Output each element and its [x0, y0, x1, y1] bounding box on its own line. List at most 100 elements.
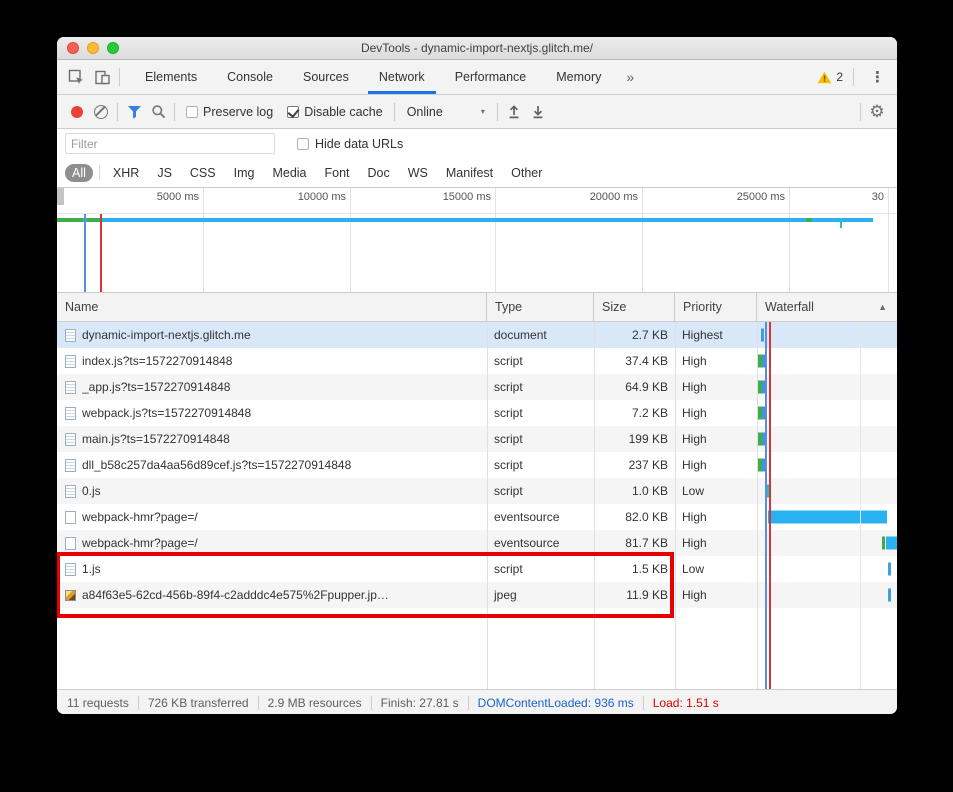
- summary-item: 2.9 MB resources: [267, 695, 362, 710]
- request-name: main.js?ts=1572270914848: [82, 432, 230, 446]
- checkbox: [186, 105, 198, 118]
- tab-memory[interactable]: Memory: [541, 60, 616, 94]
- cell-waterfall: [757, 530, 897, 556]
- column-label: Size: [602, 300, 627, 314]
- preserve-log-label: Preserve log: [203, 104, 274, 119]
- column-header-priority[interactable]: Priority: [675, 293, 757, 321]
- download-icon: [533, 106, 543, 119]
- separator: [257, 695, 259, 710]
- network-overview-timeline[interactable]: 5000 ms 10000 ms 15000 ms 20000 ms 25000 ms 3…: [57, 188, 897, 293]
- table-row[interactable]: index.js?ts=1572270914848 script 37.4 KB Hi…: [57, 348, 897, 374]
- cell-waterfall: [757, 400, 897, 426]
- settings-button[interactable]: ⚙: [865, 100, 889, 124]
- chip-css[interactable]: CSS: [183, 164, 223, 182]
- chip-doc[interactable]: Doc: [361, 164, 397, 182]
- waterfall-bar: [762, 406, 765, 420]
- cell-waterfall: [757, 504, 897, 530]
- timeline-gridline: [495, 188, 496, 292]
- hide-data-urls-checkbox[interactable]: Hide data URLs: [297, 137, 403, 151]
- column-header-size[interactable]: Size: [594, 293, 675, 321]
- chip-xhr[interactable]: XHR: [106, 164, 146, 182]
- search-button[interactable]: [146, 100, 170, 124]
- chip-manifest[interactable]: Manifest: [439, 164, 500, 182]
- throttling-value: Online: [406, 104, 443, 119]
- timeline-tick-label: 30: [871, 191, 884, 203]
- table-row[interactable]: _app.js?ts=1572270914848 script 64.9 KB Hig…: [57, 374, 897, 400]
- tab-elements[interactable]: Elements: [130, 60, 212, 94]
- tab-network[interactable]: Network: [364, 60, 440, 94]
- warnings-badge[interactable]: 2: [817, 70, 843, 84]
- device-toolbar-icon[interactable]: [89, 65, 115, 89]
- kebab-menu-icon[interactable]: ⋮: [864, 68, 891, 86]
- clear-button[interactable]: [89, 100, 113, 124]
- cell-priority: High: [682, 406, 707, 420]
- timeline-tick-label: 10000 ms: [297, 191, 346, 203]
- waterfall-bar: [888, 562, 891, 576]
- cell-size: 7.2 KB: [631, 406, 668, 420]
- chip-font[interactable]: Font: [318, 164, 357, 182]
- more-tabs-button[interactable]: »: [616, 69, 644, 85]
- table-row[interactable]: webpack-hmr?page=/ eventsource 82.0 KB High: [57, 504, 897, 530]
- filter-input[interactable]: [65, 133, 275, 154]
- minimize-button[interactable]: [87, 42, 99, 54]
- checkbox: [297, 137, 309, 150]
- filter-toggle-button[interactable]: [122, 100, 146, 124]
- tab-performance[interactable]: Performance: [440, 60, 542, 94]
- table-row[interactable]: main.js?ts=1572270914848 script 199 KB High: [57, 426, 897, 452]
- timeline-gridline: [203, 188, 204, 292]
- column-header-type[interactable]: Type: [487, 293, 594, 321]
- column-header-waterfall[interactable]: Waterfall ▲: [757, 293, 897, 321]
- document-file-icon: [65, 458, 76, 472]
- cell-priority: High: [682, 588, 707, 602]
- chip-media[interactable]: Media: [265, 164, 313, 182]
- chip-all[interactable]: All: [65, 163, 93, 182]
- close-button[interactable]: [67, 42, 79, 54]
- overview-activity-bar: [58, 218, 873, 222]
- separator: [860, 102, 861, 121]
- chip-ws[interactable]: WS: [401, 164, 435, 182]
- timeline-tick-label: 5000 ms: [156, 191, 199, 203]
- request-name: webpack-hmr?page=/: [82, 536, 198, 550]
- inspect-element-icon[interactable]: [63, 65, 89, 89]
- preserve-log-checkbox[interactable]: Preserve log: [186, 105, 273, 119]
- chip-js[interactable]: JS: [150, 164, 179, 182]
- separator: [119, 68, 120, 86]
- request-name: webpack-hmr?page=/: [82, 510, 198, 524]
- column-label: Waterfall: [765, 300, 814, 314]
- throttling-dropdown[interactable]: Online ▾: [407, 105, 485, 119]
- disable-cache-checkbox[interactable]: Disable cache: [287, 105, 383, 119]
- status-bar: 11 requests 726 KB transferred 2.9 MB reso…: [57, 689, 897, 714]
- table-row[interactable]: 0.js script 1.0 KB Low: [57, 478, 897, 504]
- table-row[interactable]: dll_b58c257da4aa56d89cef.js?ts=157227091…: [57, 452, 897, 478]
- clear-icon: [94, 104, 108, 119]
- import-har-button[interactable]: [502, 100, 526, 124]
- separator: [174, 102, 175, 121]
- chip-other[interactable]: Other: [504, 164, 549, 182]
- document-file-icon: [65, 354, 76, 368]
- cell-priority: Low: [682, 484, 705, 498]
- table-row[interactable]: dynamic-import-nextjs.glitch.me document 2…: [57, 322, 897, 348]
- fullscreen-button[interactable]: [107, 42, 119, 54]
- resource-type-filters: All XHR JS CSS Img Media Font Doc WS Manifest Othe…: [57, 158, 897, 188]
- cell-size: 237 KB: [628, 458, 668, 472]
- column-header-name[interactable]: Name: [57, 293, 487, 321]
- chip-img[interactable]: Img: [227, 164, 262, 182]
- tab-sources[interactable]: Sources: [288, 60, 364, 94]
- table-row[interactable]: webpack.js?ts=1572270914848 script 7.2 KB H…: [57, 400, 897, 426]
- sort-ascending-icon: ▲: [878, 302, 887, 312]
- chevron-down-icon: ▾: [480, 107, 485, 116]
- cell-name: dynamic-import-nextjs.glitch.me: [57, 322, 487, 348]
- waterfall-bar: [762, 380, 765, 394]
- record-button[interactable]: [65, 100, 89, 124]
- export-har-button[interactable]: [526, 100, 550, 124]
- window-title: DevTools - dynamic-import-nextjs.glitch.…: [360, 41, 594, 55]
- waterfall-bar: [882, 536, 885, 550]
- waterfall-bar: [888, 588, 891, 602]
- requests-table: Name Type Size Priority Waterfall ▲ dynamic-i…: [57, 293, 897, 689]
- waterfall-bar: [768, 510, 887, 524]
- traffic-lights: [67, 37, 119, 59]
- tab-console[interactable]: Console: [212, 60, 288, 94]
- timeline-gridline: [888, 188, 889, 292]
- devtools-tabbar: Elements Console Sources Network Performance…: [57, 60, 897, 95]
- desktop-background: DevTools - dynamic-import-nextjs.glitch.…: [0, 0, 953, 792]
